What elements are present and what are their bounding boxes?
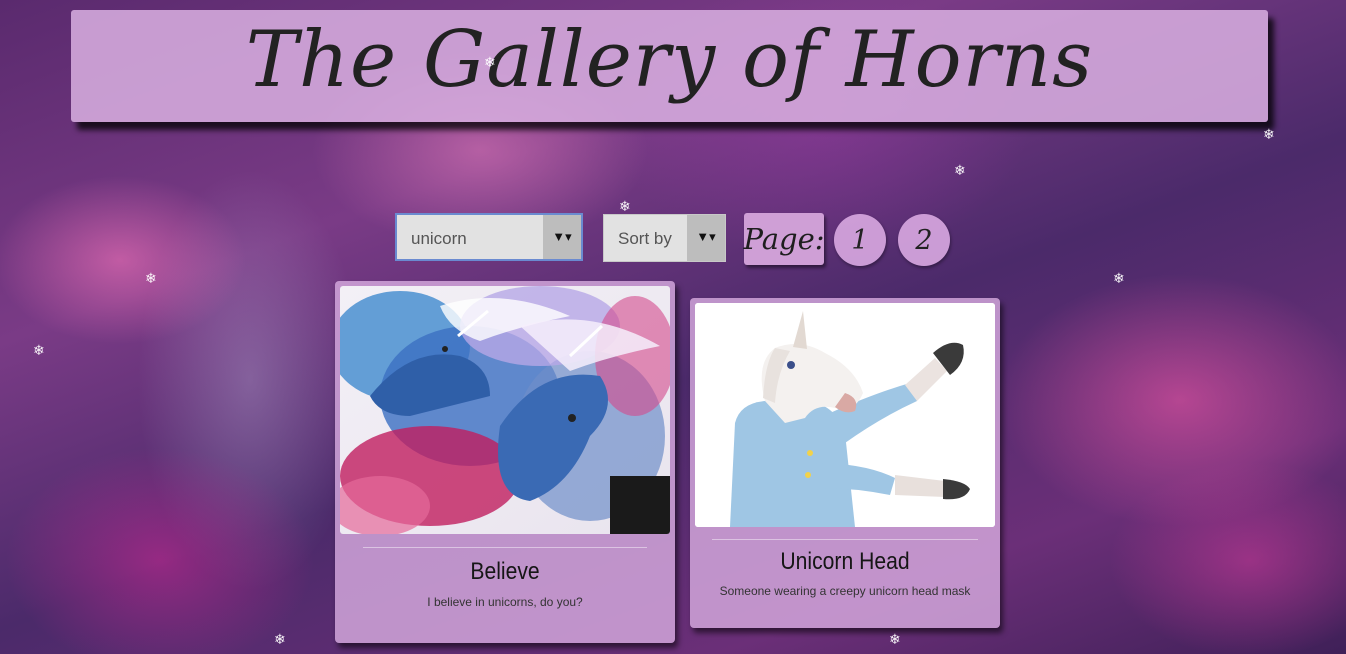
card-title: Unicorn Head bbox=[780, 548, 910, 575]
page-label: Page: bbox=[744, 213, 825, 265]
chevron-down-icon: ▼▾ bbox=[543, 215, 581, 259]
snowflake-icon: ❄ bbox=[1263, 126, 1275, 142]
snowflake-icon: ❄ bbox=[619, 198, 631, 214]
keyword-filter-value: unicorn bbox=[411, 229, 467, 248]
snowflake-icon: ❄ bbox=[33, 342, 45, 358]
card-image bbox=[695, 303, 995, 527]
card-image bbox=[340, 286, 670, 534]
gallery-card[interactable]: Believe I believe in unicorns, do you? bbox=[335, 281, 675, 643]
snowflake-icon: ❄ bbox=[1113, 270, 1125, 286]
snowflake-icon: ❄ bbox=[145, 270, 157, 286]
card-description: Someone wearing a creepy unicorn head ma… bbox=[719, 584, 971, 598]
snowflake-icon: ❄ bbox=[274, 631, 286, 647]
card-description: I believe in unicorns, do you? bbox=[427, 595, 583, 609]
gallery-card[interactable]: Unicorn Head Someone wearing a creepy un… bbox=[690, 298, 1000, 628]
controls-bar: unicorn ▼▾ Sort by ▼▾ Page: 1 2 bbox=[0, 213, 1346, 266]
snowflake-icon: ❄ bbox=[889, 631, 901, 647]
sort-select[interactable]: Sort by ▼▾ bbox=[603, 214, 726, 262]
page-button-1[interactable]: 1 bbox=[834, 214, 886, 266]
page-title: The Gallery of Horns bbox=[245, 15, 1094, 105]
snowflake-icon: ❄ bbox=[484, 54, 496, 70]
card-title: Believe bbox=[470, 558, 540, 585]
snowflake-icon: ❄ bbox=[708, 487, 720, 503]
card-divider bbox=[363, 547, 647, 548]
header-banner: The Gallery of Horns bbox=[71, 10, 1268, 122]
card-divider bbox=[712, 539, 978, 540]
sort-select-value: Sort by bbox=[618, 229, 672, 248]
page-button-2[interactable]: 2 bbox=[898, 214, 950, 266]
snowflake-icon: ❄ bbox=[954, 162, 966, 178]
keyword-filter-select[interactable]: unicorn ▼▾ bbox=[395, 213, 583, 261]
chevron-down-icon: ▼▾ bbox=[687, 215, 725, 261]
